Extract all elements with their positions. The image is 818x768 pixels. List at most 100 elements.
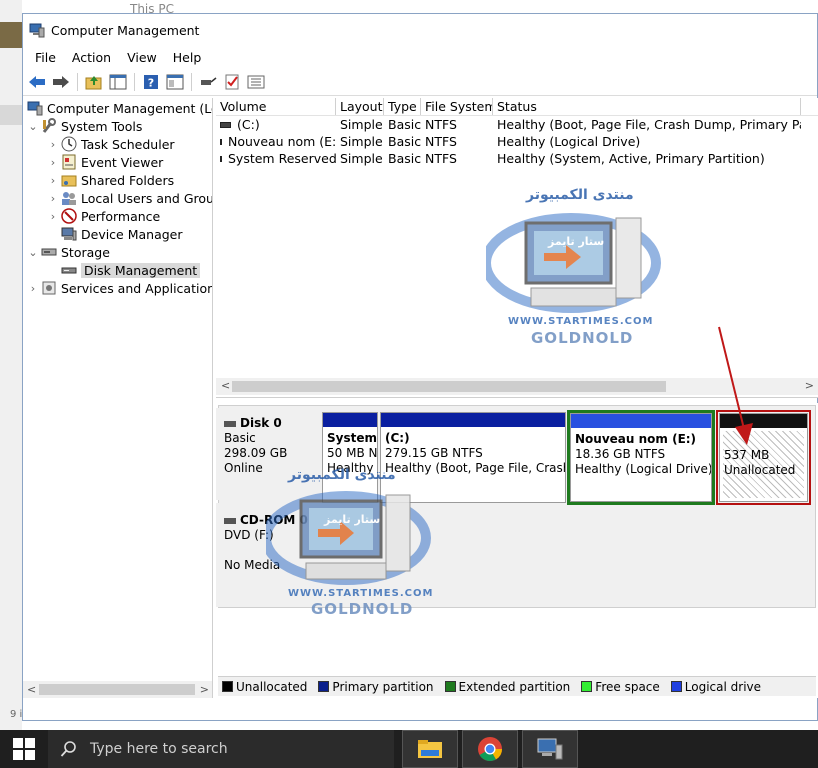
scroll-right-icon[interactable]: > (805, 379, 814, 392)
watermark-site: WWW.STARTIMES.COM (288, 588, 434, 599)
tree-item-computer-management[interactable]: Computer Management (Local (25, 99, 212, 117)
window-title: Computer Management (51, 22, 200, 38)
chevron-down-icon[interactable]: ⌄ (27, 120, 39, 133)
taskbar-search-box[interactable]: Type here to search (48, 730, 394, 768)
taskbar: Type here to search (0, 730, 818, 768)
view-button[interactable] (245, 71, 267, 93)
folder-up-icon (85, 75, 102, 89)
drive-icon (220, 138, 222, 145)
column-header-layout[interactable]: Layout (336, 98, 384, 115)
watermark-arabic-text: منتدى الكمبيوتر (526, 187, 634, 203)
tree-item-disk-management[interactable]: Disk Management (59, 261, 201, 279)
connect-button[interactable] (197, 71, 219, 93)
taskbar-file-explorer[interactable] (402, 730, 458, 768)
menu-view[interactable]: View (119, 50, 165, 65)
tree-item-system-tools[interactable]: ⌄ System Tools (27, 117, 142, 135)
start-button[interactable] (0, 730, 48, 768)
tree-item-shared-folders[interactable]: › Shared Folders (47, 171, 174, 189)
tools-icon (42, 118, 56, 133)
tree-item-storage[interactable]: ⌄ Storage (27, 243, 110, 261)
legend-swatch (444, 680, 456, 692)
column-header-file-system[interactable]: File System (421, 98, 493, 115)
scrollbar-thumb[interactable] (232, 381, 666, 392)
scroll-left-icon[interactable]: < (221, 379, 230, 392)
cdrom-icon (224, 517, 236, 524)
tree-label: Event Viewer (81, 154, 164, 170)
volume-file-system: NTFS (425, 151, 457, 166)
menu-file[interactable]: File (27, 50, 64, 65)
scroll-left-icon[interactable]: < (27, 683, 36, 696)
search-icon (60, 741, 76, 757)
performance-icon (61, 208, 77, 224)
chevron-right-icon[interactable]: › (47, 174, 59, 187)
table-row[interactable]: System Reserved Simple Basic NTFS Health… (216, 150, 818, 167)
scroll-right-icon[interactable]: > (200, 683, 209, 696)
tree-item-event-viewer[interactable]: › Event Viewer (47, 153, 163, 171)
computer-management-icon (537, 738, 563, 760)
tree-horizontal-scrollbar[interactable]: < > (23, 681, 212, 698)
menu-action[interactable]: Action (64, 50, 119, 65)
chevron-right-icon[interactable]: › (47, 210, 59, 223)
taskbar-computer-management[interactable] (522, 730, 578, 768)
disk-icon (224, 420, 236, 427)
legend-label: Extended partition (458, 679, 571, 694)
properties-button[interactable] (164, 71, 186, 93)
column-header-status[interactable]: Status (493, 98, 801, 115)
help-button[interactable]: ? (140, 71, 162, 93)
chevron-right-icon[interactable]: › (27, 282, 39, 295)
volume-layout: Simple (340, 134, 383, 149)
show-hide-tree-icon (109, 74, 127, 89)
check-icon (225, 74, 239, 89)
partition-e[interactable]: Nouveau nom (E:) 18.36 GB NTFS Healthy (… (570, 413, 712, 502)
check-button[interactable] (221, 71, 243, 93)
services-icon (42, 281, 56, 295)
back-button[interactable] (26, 71, 48, 93)
tree-item-performance[interactable]: › Performance (47, 207, 160, 225)
partition-size: 50 MB N (327, 446, 378, 460)
partition-name: Nouveau nom (E:) (575, 432, 697, 446)
column-header-volume[interactable]: Volume (216, 98, 336, 115)
tree-label: Storage (61, 244, 110, 260)
table-row[interactable]: Nouveau nom (E:) Simple Basic NTFS Healt… (216, 133, 818, 150)
volume-status: Healthy (Logical Drive) (497, 134, 641, 149)
drive-icon (220, 155, 222, 162)
tree-item-task-scheduler[interactable]: › Task Scheduler (47, 135, 175, 153)
tree-item-services-applications[interactable]: › Services and Applications (27, 279, 212, 297)
view-icon (247, 75, 265, 88)
shared-folder-icon (61, 175, 77, 187)
primary-partition-bar (381, 413, 565, 427)
volume-layout: Simple (340, 151, 383, 166)
tree-label: Computer Management (Local (47, 100, 212, 116)
chevron-right-icon[interactable]: › (47, 156, 59, 169)
menu-bar: File Action View Help (23, 46, 817, 68)
tree-label: System Tools (61, 118, 143, 134)
forward-button[interactable] (50, 71, 72, 93)
logical-drive-bar (571, 414, 711, 428)
tree-item-device-manager[interactable]: Device Manager (59, 225, 183, 243)
scrollbar-thumb[interactable] (39, 684, 195, 695)
show-hide-tree-button[interactable] (107, 71, 129, 93)
chevron-right-icon[interactable]: › (47, 192, 59, 205)
legend-label: Logical drive (684, 679, 762, 694)
menu-help[interactable]: Help (165, 50, 210, 65)
drive-icon (220, 121, 231, 128)
column-header-type[interactable]: Type (384, 98, 421, 115)
tree-item-local-users-groups[interactable]: › Local Users and Groups (47, 189, 212, 207)
chevron-down-icon[interactable]: ⌄ (27, 246, 39, 259)
taskbar-chrome[interactable] (462, 730, 518, 768)
chevron-right-icon[interactable]: › (47, 138, 59, 151)
toolbar-separator (77, 72, 78, 91)
volume-type: Basic (388, 134, 421, 149)
up-one-level-button[interactable] (83, 71, 105, 93)
legend-label: Primary partition (332, 679, 434, 694)
watermark-site: WWW.STARTIMES.COM (508, 316, 654, 327)
legend-item-free-space: Free space (581, 680, 660, 694)
primary-partition-bar (323, 413, 377, 427)
title-bar[interactable]: Computer Management (23, 14, 817, 46)
partition-name: System (327, 431, 377, 445)
legend-item-extended: Extended partition (444, 679, 571, 694)
computer-management-icon (29, 23, 45, 38)
users-icon (62, 192, 76, 205)
table-row[interactable]: (C:) Simple Basic NTFS Healthy (Boot, Pa… (216, 116, 818, 133)
volume-list-header: Volume Layout Type File System Status (216, 98, 818, 116)
